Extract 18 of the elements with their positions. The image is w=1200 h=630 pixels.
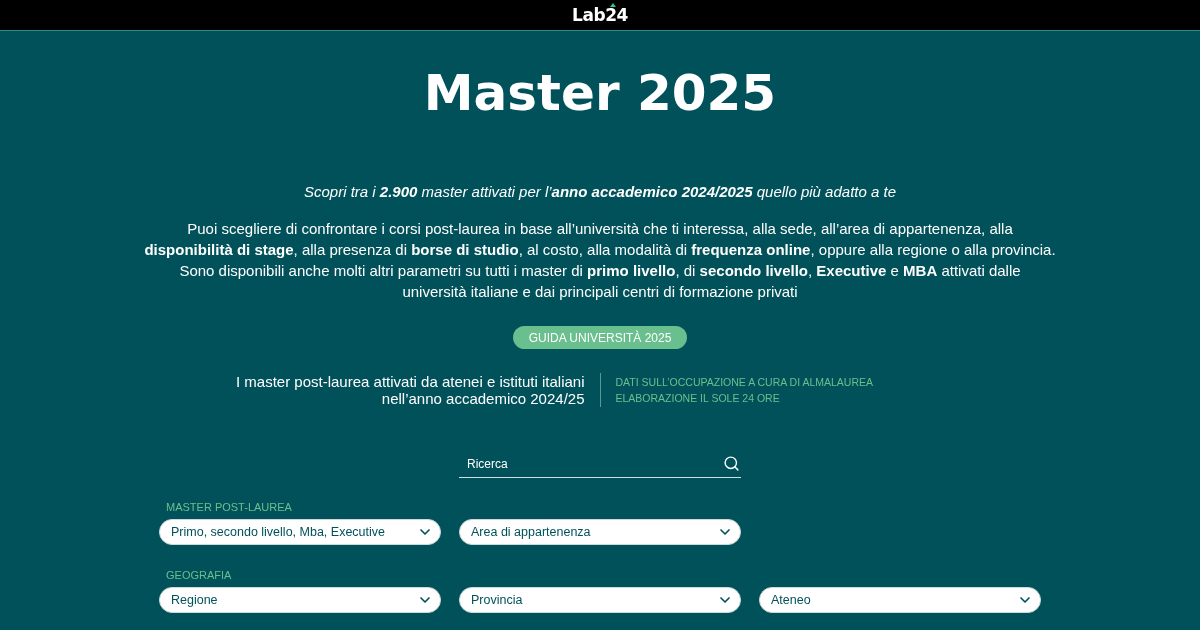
dropdown-select[interactable]: Regione: [159, 587, 441, 613]
accent-triangle-icon: [610, 2, 616, 7]
info-text: I master post-laurea attivati da atenei e istituti italiani nell’anno accademico 2024/25: [236, 373, 585, 407]
search-field[interactable]: Ricerca: [459, 451, 741, 478]
dropdown-select[interactable]: Provincia: [459, 587, 741, 613]
filter-group-label: GEOGRAFIA: [166, 569, 232, 582]
dropdown-select[interactable]: Area di appartenenza: [459, 519, 741, 545]
page-title: Master 2025: [423, 68, 777, 118]
logo[interactable]: Lab24: [572, 6, 628, 24]
credit-text: ELABORAZIONE IL SOLE 24 ORE: [615, 391, 780, 406]
credit-text: DATI SULL’OCCUPAZIONE A CURA DI ALMALAUREA: [615, 375, 874, 390]
filter-group-label: MASTER POST-LAUREA: [166, 501, 292, 514]
description-paragraph: Sono disponibili anche molti altri parametri su tutti i master di primo livello, di secondo livello, Executive e MBA attivati dalle università italiane e dai principali centri di formazione privati: [178, 261, 1022, 302]
description-paragraph: Puoi scegliere di confrontare i corsi post-laurea in base all’università che ti interessa, alla sede, all’area di appartenenza, alla disponibilità di stage, alla presenza di borse di studio, al costo, alla modalità di frequenza online, oppure alla regione o alla provincia.: [143, 219, 1057, 260]
dropdown-select[interactable]: Primo, secondo livello, Mba, Executive: [159, 519, 441, 545]
subtitle: Scopri tra i 2.900 master attivati per l’anno accademico 2024/2025 quello più adatto a te: [303, 182, 896, 202]
search-icon[interactable]: [723, 455, 740, 472]
dropdown-select[interactable]: Ateneo: [759, 587, 1041, 613]
